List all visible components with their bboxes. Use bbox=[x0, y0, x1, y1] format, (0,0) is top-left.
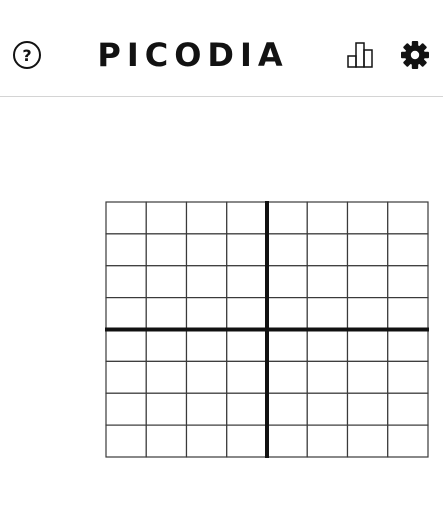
grid-cell[interactable] bbox=[387, 265, 429, 299]
page-title: PICODIA bbox=[97, 36, 289, 74]
grid-cell[interactable] bbox=[306, 201, 349, 235]
grid-cell[interactable] bbox=[306, 233, 349, 267]
grid-cell[interactable] bbox=[145, 328, 188, 362]
grid-cell[interactable] bbox=[226, 201, 268, 235]
grid-cell[interactable] bbox=[226, 392, 268, 426]
grid-cell[interactable] bbox=[306, 360, 349, 394]
grid-cell[interactable] bbox=[185, 233, 228, 267]
puzzle-board bbox=[105, 201, 429, 458]
grid-cell[interactable] bbox=[346, 360, 389, 394]
grid-cell[interactable] bbox=[306, 392, 349, 426]
grid-cell[interactable] bbox=[145, 424, 188, 458]
grid-cell[interactable] bbox=[145, 201, 188, 235]
grid-cell[interactable] bbox=[266, 424, 308, 458]
grid-cell[interactable] bbox=[185, 201, 228, 235]
grid-cell[interactable] bbox=[105, 392, 147, 426]
grid-cell[interactable] bbox=[226, 360, 268, 394]
grid-cell[interactable] bbox=[105, 201, 147, 235]
grid-cell[interactable] bbox=[105, 265, 147, 299]
grid-cell[interactable] bbox=[346, 233, 389, 267]
grid-cell[interactable] bbox=[185, 360, 228, 394]
grid-cell[interactable] bbox=[387, 201, 429, 235]
grid-cell[interactable] bbox=[346, 297, 389, 331]
grid-cell[interactable] bbox=[185, 392, 228, 426]
grid-cell[interactable] bbox=[266, 297, 308, 331]
grid-cell[interactable] bbox=[306, 297, 349, 331]
grid-cell[interactable] bbox=[145, 392, 188, 426]
grid-cell[interactable] bbox=[185, 328, 228, 362]
app-header: ? PICODIA bbox=[0, 0, 443, 97]
grid-cell[interactable] bbox=[145, 297, 188, 331]
grid-cell[interactable] bbox=[226, 424, 268, 458]
grid-cell[interactable] bbox=[105, 360, 147, 394]
grid-cell[interactable] bbox=[266, 201, 308, 235]
grid-cell[interactable] bbox=[387, 233, 429, 267]
grid-cell[interactable] bbox=[346, 265, 389, 299]
grid-cell[interactable] bbox=[226, 297, 268, 331]
grid-cell[interactable] bbox=[266, 233, 308, 267]
grid-cell[interactable] bbox=[185, 265, 228, 299]
grid-cell[interactable] bbox=[226, 328, 268, 362]
grid-cell[interactable] bbox=[266, 392, 308, 426]
grid-cell[interactable] bbox=[226, 233, 268, 267]
grid-cell[interactable] bbox=[105, 297, 147, 331]
grid-cell[interactable] bbox=[145, 360, 188, 394]
grid-cell[interactable] bbox=[266, 265, 308, 299]
grid-cell[interactable] bbox=[387, 328, 429, 362]
grid-cell[interactable] bbox=[346, 424, 389, 458]
grid-cell[interactable] bbox=[306, 265, 349, 299]
gear-icon[interactable] bbox=[399, 39, 431, 71]
grid-cell[interactable] bbox=[387, 424, 429, 458]
grid-cell[interactable] bbox=[185, 424, 228, 458]
grid-cell[interactable] bbox=[387, 392, 429, 426]
grid-cell[interactable] bbox=[346, 392, 389, 426]
bar-chart-icon[interactable] bbox=[345, 40, 377, 70]
grid-cell[interactable] bbox=[105, 233, 147, 267]
grid-cell[interactable] bbox=[346, 328, 389, 362]
grid-cell[interactable] bbox=[105, 424, 147, 458]
grid-cell[interactable] bbox=[185, 297, 228, 331]
grid-cell[interactable] bbox=[226, 265, 268, 299]
grid-cell[interactable] bbox=[306, 424, 349, 458]
grid-cell[interactable] bbox=[105, 328, 147, 362]
puzzle-grid bbox=[105, 201, 429, 458]
grid-cell[interactable] bbox=[387, 297, 429, 331]
grid-cell[interactable] bbox=[145, 233, 188, 267]
grid-cell[interactable] bbox=[346, 201, 389, 235]
grid-cell[interactable] bbox=[145, 265, 188, 299]
grid-cell[interactable] bbox=[306, 328, 349, 362]
grid-cell[interactable] bbox=[266, 360, 308, 394]
grid-cell[interactable] bbox=[387, 360, 429, 394]
grid-cell[interactable] bbox=[266, 328, 308, 362]
